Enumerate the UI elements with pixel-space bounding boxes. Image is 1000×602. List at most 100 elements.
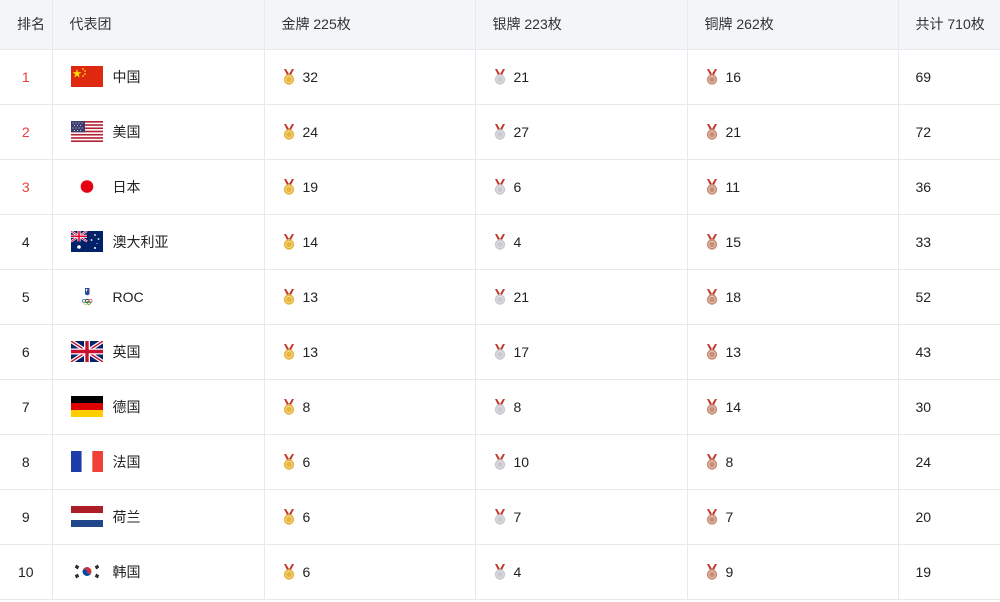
table-row[interactable]: 10 韩国 6 4 9 19 xyxy=(0,544,1000,600)
team-name: 美国 xyxy=(112,123,141,140)
bronze-count: 14 xyxy=(725,398,742,415)
silver-medal-icon xyxy=(493,178,507,195)
gold-count: 6 xyxy=(302,563,311,580)
header-gold[interactable]: 金牌 225枚 xyxy=(264,0,476,50)
table-row[interactable]: 4 澳大利亚 14 4 15 33 xyxy=(0,214,1000,270)
bronze-count: 13 xyxy=(725,343,742,360)
gold-cell: 14 xyxy=(264,214,476,270)
silver-count: 10 xyxy=(513,453,530,470)
gold-medal-icon xyxy=(282,343,296,360)
bronze-medal-icon xyxy=(705,343,719,360)
rank-cell: 3 xyxy=(0,159,53,215)
table-row[interactable]: 1 中国 32 21 16 69 xyxy=(0,49,1000,105)
japan-flag-icon xyxy=(70,176,103,197)
table-row[interactable]: 3 日本 19 6 11 36 xyxy=(0,159,1000,215)
team-cell[interactable]: 澳大利亚 xyxy=(52,214,265,270)
medal-table: 排名 代表团 金牌 225枚 银牌 223枚 铜牌 262枚 共计 710枚 1… xyxy=(0,0,1000,600)
table-row[interactable]: 8 法国 6 10 8 24 xyxy=(0,434,1000,490)
bronze-medal-icon xyxy=(705,288,719,305)
header-rank[interactable]: 排名 xyxy=(0,0,53,50)
team-name: 荷兰 xyxy=(112,508,141,525)
bronze-count: 21 xyxy=(725,123,742,140)
silver-medal-icon xyxy=(493,508,507,525)
bronze-cell: 13 xyxy=(687,324,899,380)
gold-count: 6 xyxy=(302,453,311,470)
rank-cell: 10 xyxy=(0,544,53,600)
header-total[interactable]: 共计 710枚 xyxy=(898,0,1000,50)
silver-cell: 7 xyxy=(475,489,688,545)
silver-cell: 21 xyxy=(475,49,688,105)
gold-medal-icon xyxy=(282,68,296,85)
team-name: ROC xyxy=(112,288,144,305)
gold-cell: 6 xyxy=(264,544,476,600)
gold-count: 19 xyxy=(302,178,319,195)
bronze-cell: 8 xyxy=(687,434,899,490)
team-cell[interactable]: 荷兰 xyxy=(52,489,265,545)
silver-count: 21 xyxy=(513,288,530,305)
rank-cell: 1 xyxy=(0,49,53,105)
team-cell[interactable]: 日本 xyxy=(52,159,265,215)
table-header: 排名 代表团 金牌 225枚 银牌 223枚 铜牌 262枚 共计 710枚 xyxy=(0,0,1000,50)
total-cell: 30 xyxy=(898,379,1000,435)
silver-count: 7 xyxy=(513,508,522,525)
roc-emblem-icon xyxy=(70,286,103,307)
bronze-count: 7 xyxy=(725,508,734,525)
gold-count: 13 xyxy=(302,288,319,305)
australia-flag-icon xyxy=(69,230,103,252)
gold-cell: 13 xyxy=(264,269,476,325)
gold-count: 13 xyxy=(302,343,319,360)
gold-cell: 13 xyxy=(264,324,476,380)
gold-medal-icon xyxy=(282,178,296,195)
gold-count: 8 xyxy=(302,398,311,415)
team-cell[interactable]: 中国 xyxy=(52,49,265,105)
total-cell: 19 xyxy=(898,544,1000,600)
france-flag-icon xyxy=(70,451,103,472)
table-row[interactable]: 2 美国 24 27 21 72 xyxy=(0,104,1000,160)
header-team[interactable]: 代表团 xyxy=(52,0,265,50)
silver-count: 4 xyxy=(513,233,522,250)
team-name: 日本 xyxy=(112,178,141,195)
silver-cell: 4 xyxy=(475,214,688,270)
silver-cell: 4 xyxy=(475,544,688,600)
team-cell[interactable]: 英国 xyxy=(52,324,265,380)
header-bronze[interactable]: 铜牌 262枚 xyxy=(687,0,899,50)
team-cell[interactable]: ROC xyxy=(52,269,265,325)
gold-cell: 32 xyxy=(264,49,476,105)
bronze-medal-icon xyxy=(705,508,719,525)
silver-count: 4 xyxy=(513,563,522,580)
table-row[interactable]: 7 德国 8 8 14 30 xyxy=(0,379,1000,435)
germany-flag-icon xyxy=(70,396,103,417)
silver-count: 17 xyxy=(513,343,530,360)
team-cell[interactable]: 美国 xyxy=(52,104,265,160)
silver-count: 27 xyxy=(513,123,530,140)
team-cell[interactable]: 法国 xyxy=(52,434,265,490)
silver-medal-icon xyxy=(493,453,507,470)
gold-count: 24 xyxy=(302,123,319,140)
bronze-cell: 16 xyxy=(687,49,899,105)
table-row[interactable]: 6 英国 13 17 13 43 xyxy=(0,324,1000,380)
team-name: 中国 xyxy=(112,68,141,85)
gold-medal-icon xyxy=(282,453,296,470)
team-cell[interactable]: 韩国 xyxy=(52,544,265,600)
bronze-medal-icon xyxy=(705,68,719,85)
silver-medal-icon xyxy=(493,563,507,580)
table-row[interactable]: 5 ROC 13 21 18 52 xyxy=(0,269,1000,325)
bronze-medal-icon xyxy=(705,178,719,195)
total-cell: 52 xyxy=(898,269,1000,325)
silver-cell: 17 xyxy=(475,324,688,380)
gold-cell: 6 xyxy=(264,434,476,490)
total-cell: 20 xyxy=(898,489,1000,545)
uk-flag-icon xyxy=(69,339,104,364)
bronze-cell: 21 xyxy=(687,104,899,160)
rank-cell: 5 xyxy=(0,269,53,325)
bronze-count: 8 xyxy=(725,453,734,470)
total-cell: 69 xyxy=(898,49,1000,105)
silver-cell: 6 xyxy=(475,159,688,215)
header-silver[interactable]: 银牌 223枚 xyxy=(475,0,688,50)
team-name: 英国 xyxy=(112,343,141,360)
team-cell[interactable]: 德国 xyxy=(52,379,265,435)
table-row[interactable]: 9 荷兰 6 7 7 20 xyxy=(0,489,1000,545)
team-name: 澳大利亚 xyxy=(112,233,169,250)
gold-medal-icon xyxy=(282,233,296,250)
silver-medal-icon xyxy=(493,398,507,415)
